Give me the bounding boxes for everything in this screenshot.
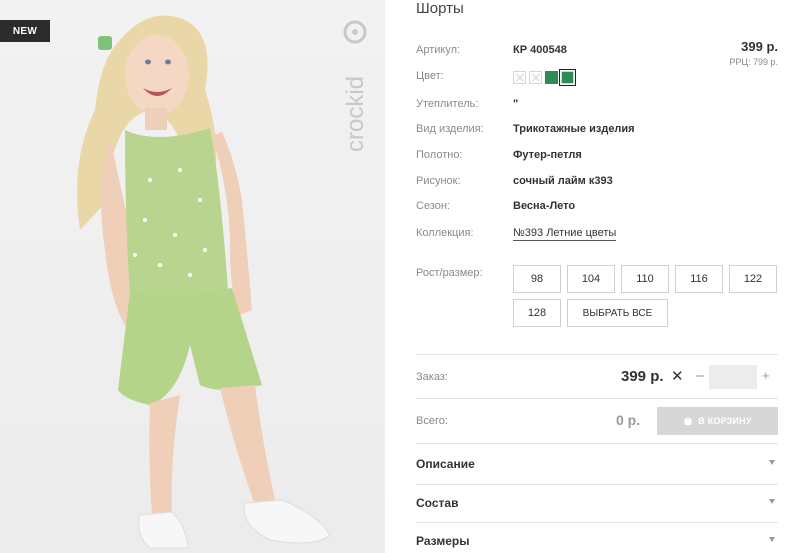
color-swatch-unavailable <box>529 71 542 84</box>
product-photo[interactable]: NEW crockid <box>0 0 385 553</box>
accordion-sizes[interactable]: Размеры <box>416 534 469 548</box>
svg-text:crockid: crockid <box>342 76 369 152</box>
type-label: Вид изделия: <box>416 123 484 135</box>
insulation-label: Утеплитель: <box>416 98 479 110</box>
chevron-down-icon[interactable] <box>769 537 775 542</box>
divider <box>416 443 778 444</box>
divider <box>416 484 778 485</box>
pattern-label: Рисунок: <box>416 175 461 187</box>
pattern-value: сочный лайм к393 <box>513 175 613 187</box>
chevron-down-icon[interactable] <box>769 499 775 504</box>
order-label: Заказ: <box>416 371 448 383</box>
collection-link[interactable]: №393 Летние цветы <box>513 227 617 241</box>
type-value: Трикотажные изделия <box>513 123 635 135</box>
qty-decrement-button[interactable]: – <box>696 367 704 384</box>
add-to-cart-label: В КОРЗИНУ <box>698 416 752 426</box>
color-swatch-green[interactable] <box>545 71 558 84</box>
add-to-cart-button[interactable]: В КОРЗИНУ <box>657 407 778 435</box>
product-price: 399 р. <box>741 39 778 54</box>
article-label: Артикул: <box>416 44 461 56</box>
size-button-98[interactable]: 98 <box>513 265 561 293</box>
product-title: Шорты <box>416 0 464 17</box>
color-swatch-green-selected[interactable] <box>559 69 576 86</box>
article-value: КР 400548 <box>513 44 567 56</box>
season-label: Сезон: <box>416 200 450 212</box>
size-button-110[interactable]: 110 <box>621 265 669 293</box>
total-value: 0 р. <box>616 412 641 428</box>
season-value: Весна-Лето <box>513 200 576 212</box>
model-illustration <box>77 15 331 549</box>
fabric-label: Полотно: <box>416 149 463 161</box>
accordion-description[interactable]: Описание <box>416 457 475 471</box>
product-details: Шорты 399 р. РРЦ: 799 р. Артикул: КР 400… <box>385 0 800 553</box>
size-button-104[interactable]: 104 <box>567 265 615 293</box>
remove-icon[interactable]: ✕ <box>671 367 684 385</box>
color-swatch-unavailable <box>513 71 526 84</box>
order-price: 399 р. <box>621 368 664 385</box>
divider <box>416 522 778 523</box>
select-all-sizes-button[interactable]: ВЫБРАТЬ ВСЕ <box>567 299 668 327</box>
qty-increment-button[interactable]: + <box>762 368 770 383</box>
size-button-122[interactable]: 122 <box>729 265 777 293</box>
size-button-128[interactable]: 128 <box>513 299 561 327</box>
fabric-value: Футер-петля <box>513 149 582 161</box>
divider <box>416 354 778 355</box>
size-label: Рост/размер: <box>416 267 483 279</box>
color-label: Цвет: <box>416 70 444 82</box>
size-options: 98 104 110 116 122 128 ВЫБРАТЬ ВСЕ <box>513 265 783 327</box>
chevron-down-icon[interactable] <box>769 460 775 465</box>
total-label: Всего: <box>416 415 448 427</box>
quantity-input[interactable] <box>709 365 757 389</box>
crockid-logo: crockid <box>342 20 369 152</box>
insulation-value: " <box>513 98 519 110</box>
collection-label: Коллекция: <box>416 227 474 239</box>
divider <box>416 398 778 399</box>
recommended-price: РРЦ: 799 р. <box>729 57 778 67</box>
new-badge: NEW <box>0 20 50 42</box>
accordion-composition[interactable]: Состав <box>416 496 458 510</box>
color-swatches <box>513 69 576 86</box>
size-button-116[interactable]: 116 <box>675 265 723 293</box>
cart-icon <box>684 416 693 425</box>
collection-value-wrap: №393 Летние цветы <box>513 227 617 241</box>
